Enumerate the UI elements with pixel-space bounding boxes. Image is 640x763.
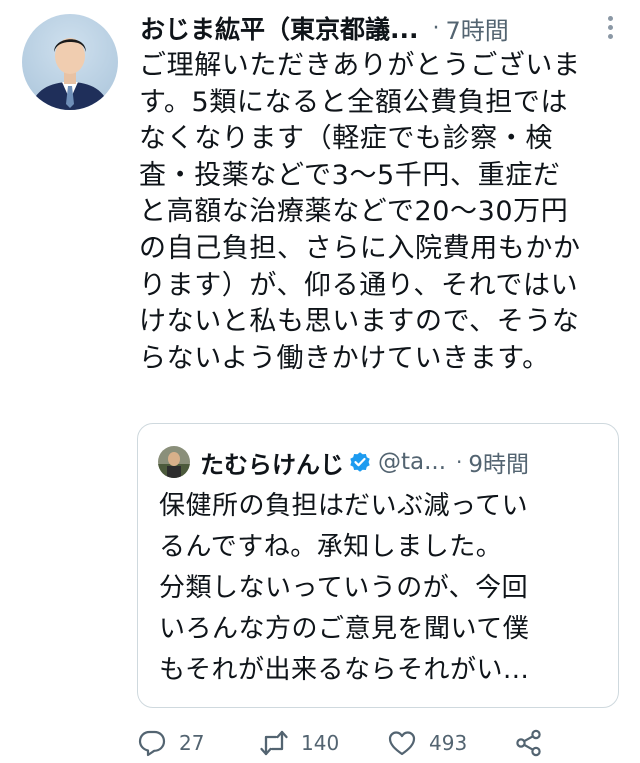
tweet-text-line: ります）が、仰る通り、それではい xyxy=(139,269,579,301)
author-avatar[interactable] xyxy=(22,14,118,110)
tweet-timestamp[interactable]: 7時間 xyxy=(446,11,509,46)
quoted-tweet[interactable]: たむらけんじ @ta... · 9時間 保健所の負担はだいぶ減ってい るんですね… xyxy=(137,423,619,708)
tweet-header: おじま紘平（東京都議... · 7時間 xyxy=(140,8,620,48)
tweet-text-line: らないよう働きかけていきます。 xyxy=(139,342,550,374)
tweet-actions: 27 140 493 xyxy=(137,723,617,763)
retweet-count: 140 xyxy=(301,731,340,755)
like-count: 493 xyxy=(429,731,468,755)
quoted-author-handle[interactable]: @ta... xyxy=(378,449,446,475)
like-button[interactable]: 493 xyxy=(387,723,467,763)
retweet-icon xyxy=(260,730,288,756)
reply-icon xyxy=(138,730,166,757)
separator-dot: · xyxy=(456,450,463,474)
quoted-tweet-timestamp[interactable]: 9時間 xyxy=(468,445,529,479)
share-button[interactable] xyxy=(514,723,544,763)
tweet-text-line: と高額な治療薬などで20〜30万円 xyxy=(139,196,569,228)
quoted-tweet-header: たむらけんじ @ta... · 9時間 xyxy=(158,444,529,480)
quoted-text-line: 保健所の負担はだいぶ減ってい xyxy=(159,491,529,521)
verified-badge-icon xyxy=(350,452,370,472)
tweet[interactable]: おじま紘平（東京都議... · 7時間 ご理解いただきありがとうございま す。5… xyxy=(0,0,640,761)
quoted-text-line: いろんな方のご意見を聞いて僕 xyxy=(159,614,530,644)
author-name[interactable]: おじま紘平（東京都議... xyxy=(140,10,419,46)
tweet-text-line: す。5類になると全額公費負担では xyxy=(139,86,569,118)
tweet-text-line: ご理解いただきありがとうございま xyxy=(139,50,581,81)
tweet-text-line: なくなります（軽症でも診察・検 xyxy=(139,123,553,155)
quoted-author-avatar[interactable] xyxy=(158,446,190,478)
quoted-tweet-text: 保健所の負担はだいぶ減ってい るんですね。承知しました。 分類しないっていうのが… xyxy=(159,486,609,691)
tweet-text-line: けないと私も思いますので、そうな xyxy=(139,306,580,338)
quoted-text-line: もそれが出来るならそれがい... xyxy=(159,655,530,685)
quoted-author-name[interactable]: たむらけんじ xyxy=(200,445,344,480)
tweet-text-line: の自己負担、さらに入院費用もかか xyxy=(139,232,581,264)
tweet-text: ご理解いただきありがとうございま す。5類になると全額公費負担では なくなります… xyxy=(139,48,613,377)
quoted-text-line: 分類しないっていうのが、今回 xyxy=(159,573,529,603)
share-icon xyxy=(516,729,541,757)
reply-button[interactable]: 27 xyxy=(137,723,204,763)
quoted-text-line: るんですね。承知しました。 xyxy=(159,532,503,562)
retweet-button[interactable]: 140 xyxy=(259,723,339,763)
more-options-icon[interactable] xyxy=(608,16,614,40)
separator-dot: · xyxy=(432,15,440,41)
like-icon xyxy=(388,731,416,756)
reply-count: 27 xyxy=(179,731,205,755)
tweet-text-line: 査・投薬などで3〜5千円、重症だ xyxy=(139,159,561,191)
